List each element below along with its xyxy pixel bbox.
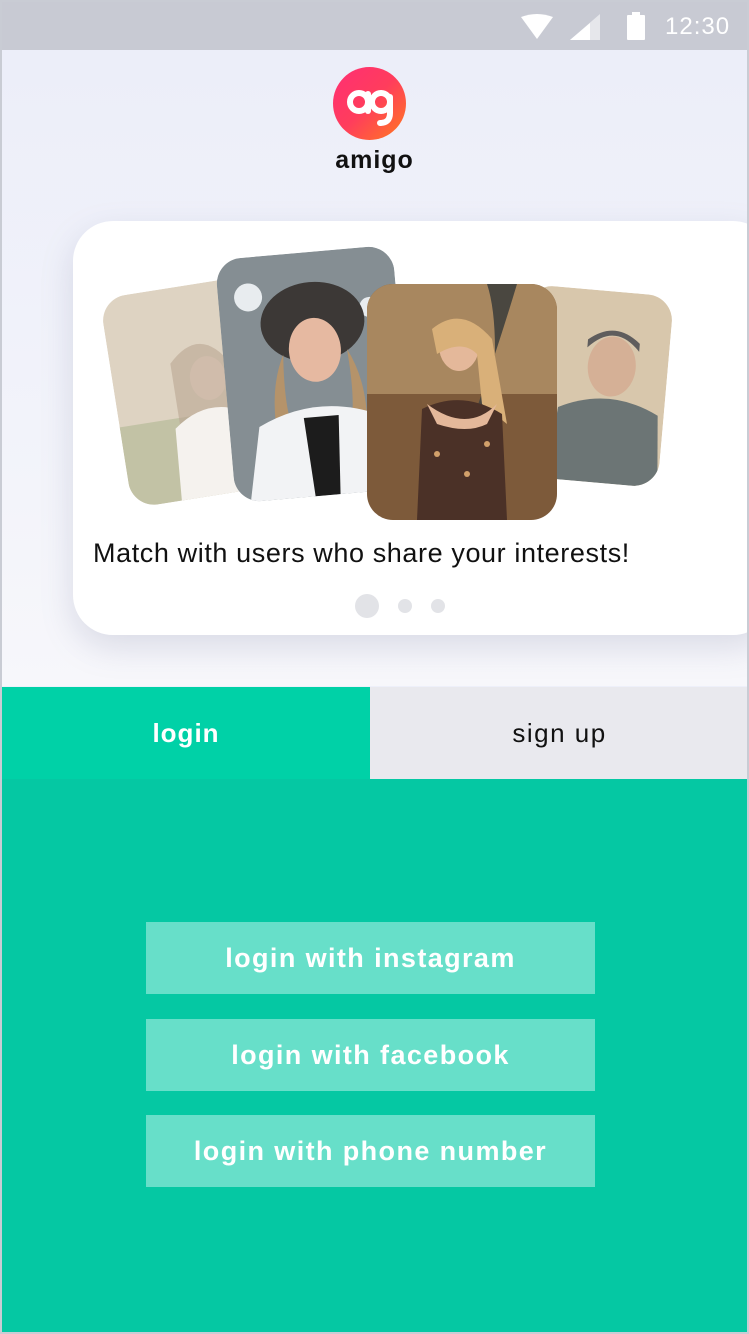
battery-icon: [627, 12, 645, 40]
login-instagram-button[interactable]: login with instagram: [146, 922, 595, 994]
carousel-dot[interactable]: [398, 599, 412, 613]
login-facebook-button[interactable]: login with facebook: [146, 1019, 595, 1091]
status-time: 12:30: [665, 13, 731, 40]
login-phone-button[interactable]: login with phone number: [146, 1115, 595, 1187]
amigo-logo-mark: [347, 90, 393, 126]
cellular-signal-icon: [570, 14, 600, 40]
wifi-icon: [521, 14, 553, 39]
app-logo: [333, 67, 406, 140]
carousel-caption: Match with users who share your interest…: [93, 538, 630, 568]
profile-photo-3[interactable]: [367, 284, 557, 520]
tab-sign-up[interactable]: sign up: [370, 687, 749, 779]
app-name: amigo: [335, 146, 414, 174]
carousel-dot[interactable]: [431, 599, 445, 613]
status-bar: 12:30: [0, 0, 749, 50]
carousel-dot-active[interactable]: [355, 594, 379, 618]
tab-login[interactable]: login: [2, 687, 370, 779]
